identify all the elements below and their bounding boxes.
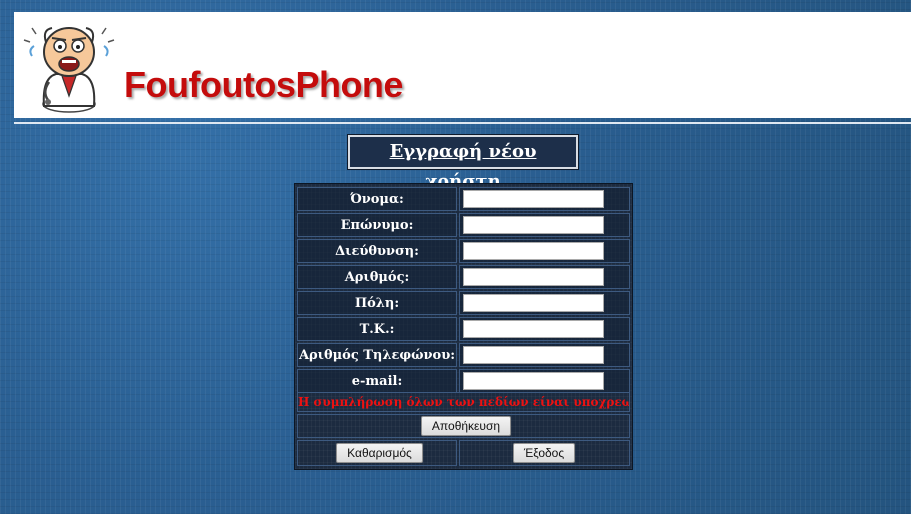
header-divider (14, 122, 911, 124)
city-cell (459, 291, 630, 315)
registration-form: Όνομα: Επώνυμο: Διεύθυνση: Αριθμός: Πόλη… (294, 183, 633, 470)
site-logo-text: FoufoutosPhone (124, 64, 403, 105)
street-number-label: Αριθμός: (297, 265, 457, 289)
email-label: e-mail: (297, 369, 457, 393)
first-name-input[interactable] (463, 190, 604, 208)
city-label: Πόλη: (297, 291, 457, 315)
form-row-phone: Αριθμός Τηλεφώνου: (295, 342, 632, 368)
form-row-first-name: Όνομα: (295, 186, 632, 212)
exit-cell: Έξοδος (459, 440, 630, 466)
last-name-cell (459, 213, 630, 237)
postal-code-input[interactable] (463, 320, 604, 338)
address-input[interactable] (463, 242, 604, 260)
street-number-cell (459, 265, 630, 289)
exit-button[interactable]: Έξοδος (513, 443, 575, 463)
phone-label: Αριθμός Τηλεφώνου: (297, 343, 457, 367)
site-header: FoufoutosPhone (14, 12, 911, 118)
form-row-email: e-mail: (295, 368, 632, 394)
form-row-street-number: Αριθμός: (295, 264, 632, 290)
required-fields-warning: Η συμπλήρωση όλων των πεδίων είναι υποχρ… (297, 392, 630, 412)
address-label: Διεύθυνση: (297, 239, 457, 263)
phone-input[interactable] (463, 346, 604, 364)
postal-code-cell (459, 317, 630, 341)
email-cell (459, 369, 630, 393)
first-name-label: Όνομα: (297, 187, 457, 211)
form-row-city: Πόλη: (295, 290, 632, 316)
last-name-input[interactable] (463, 216, 604, 234)
clear-cell: Καθαρισμός (297, 440, 457, 466)
phone-cell (459, 343, 630, 367)
clear-button[interactable]: Καθαρισμός (336, 443, 423, 463)
address-cell (459, 239, 630, 263)
page-title: Εγγραφή νέου χρήστη (348, 135, 578, 192)
last-name-label: Επώνυμο: (297, 213, 457, 237)
save-button[interactable]: Αποθήκευση (421, 416, 511, 436)
form-row-address: Διεύθυνση: (295, 238, 632, 264)
form-row-last-name: Επώνυμο: (295, 212, 632, 238)
postal-code-label: Τ.Κ.: (297, 317, 457, 341)
email-input[interactable] (463, 372, 604, 390)
street-number-input[interactable] (463, 268, 604, 286)
city-input[interactable] (463, 294, 604, 312)
save-row: Αποθήκευση (297, 414, 630, 438)
form-row-postal-code: Τ.Κ.: (295, 316, 632, 342)
doctor-mascot-icon (23, 27, 115, 113)
first-name-cell (459, 187, 630, 211)
